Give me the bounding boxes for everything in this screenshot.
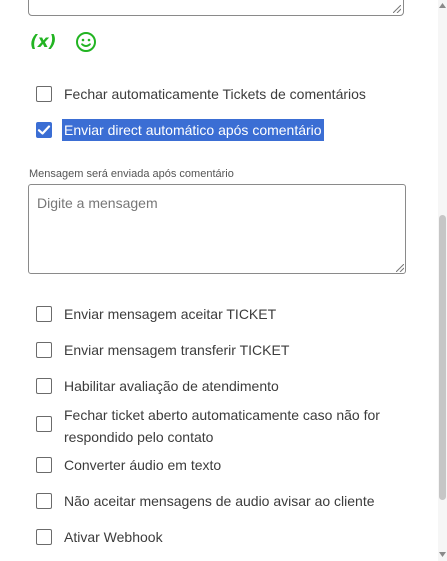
option-convert-audio-to-text[interactable]: Converter áudio em texto [36, 454, 221, 476]
scroll-down-arrow-icon[interactable] [439, 552, 446, 558]
checkbox-enable-service-rating[interactable] [36, 378, 52, 394]
message-textarea[interactable]: Digite a mensagem [28, 184, 406, 274]
resize-grip-icon[interactable] [396, 264, 404, 272]
option-label: Fechar automaticamente Tickets de coment… [64, 86, 366, 102]
resize-grip-icon[interactable] [393, 5, 401, 13]
checkbox-auto-close-unanswered-ticket[interactable] [36, 416, 52, 432]
message-field-label: Mensagem será enviada após comentário [29, 168, 234, 180]
option-auto-direct-after-comment[interactable]: Enviar direct automático após comentário [36, 119, 324, 141]
option-label: Fechar ticket aberto automaticamente cas… [64, 407, 380, 445]
option-label: Não aceitar mensagens de audio avisar ao… [64, 493, 375, 509]
option-label: Converter áudio em texto [64, 457, 222, 473]
option-label: Enviar mensagem transferir TICKET [64, 342, 290, 358]
option-enable-webhook[interactable]: Ativar Webhook [36, 526, 163, 548]
option-label: Habilitar avaliação de atendimento [64, 378, 279, 394]
previous-textarea[interactable] [28, 0, 404, 16]
checkbox-send-accept-ticket-message[interactable] [36, 306, 52, 322]
checkbox-enable-webhook[interactable] [36, 529, 52, 545]
message-toolbar: (x) [30, 31, 97, 53]
option-auto-close-comment-tickets[interactable]: Fechar automaticamente Tickets de coment… [36, 83, 366, 105]
option-send-accept-ticket-message[interactable]: Enviar mensagem aceitar TICKET [36, 303, 276, 325]
option-label: Enviar direct automático após comentário [62, 119, 324, 141]
option-send-transfer-ticket-message[interactable]: Enviar mensagem transferir TICKET [36, 339, 289, 361]
scroll-up-arrow-icon[interactable] [439, 2, 446, 8]
checkbox-convert-audio-to-text[interactable] [36, 457, 52, 473]
option-enable-service-rating[interactable]: Habilitar avaliação de atendimento [36, 375, 279, 397]
option-reject-audio-messages[interactable]: Não aceitar mensagens de audio avisar ao… [36, 490, 375, 512]
variables-icon[interactable]: (x) [30, 32, 57, 52]
scrollbar-thumb[interactable] [439, 215, 446, 500]
checkbox-auto-close-comment-tickets[interactable] [36, 86, 52, 102]
option-label: Enviar mensagem aceitar TICKET [64, 306, 277, 322]
checkbox-reject-audio-messages[interactable] [36, 493, 52, 509]
checkbox-send-transfer-ticket-message[interactable] [36, 342, 52, 358]
option-label: Ativar Webhook [64, 529, 163, 545]
checkbox-auto-direct-after-comment[interactable] [36, 122, 52, 138]
smiley-face-icon[interactable] [75, 31, 97, 53]
checkmark-icon [37, 125, 51, 135]
option-auto-close-unanswered-ticket[interactable]: Fechar ticket aberto automaticamente cas… [36, 404, 394, 448]
